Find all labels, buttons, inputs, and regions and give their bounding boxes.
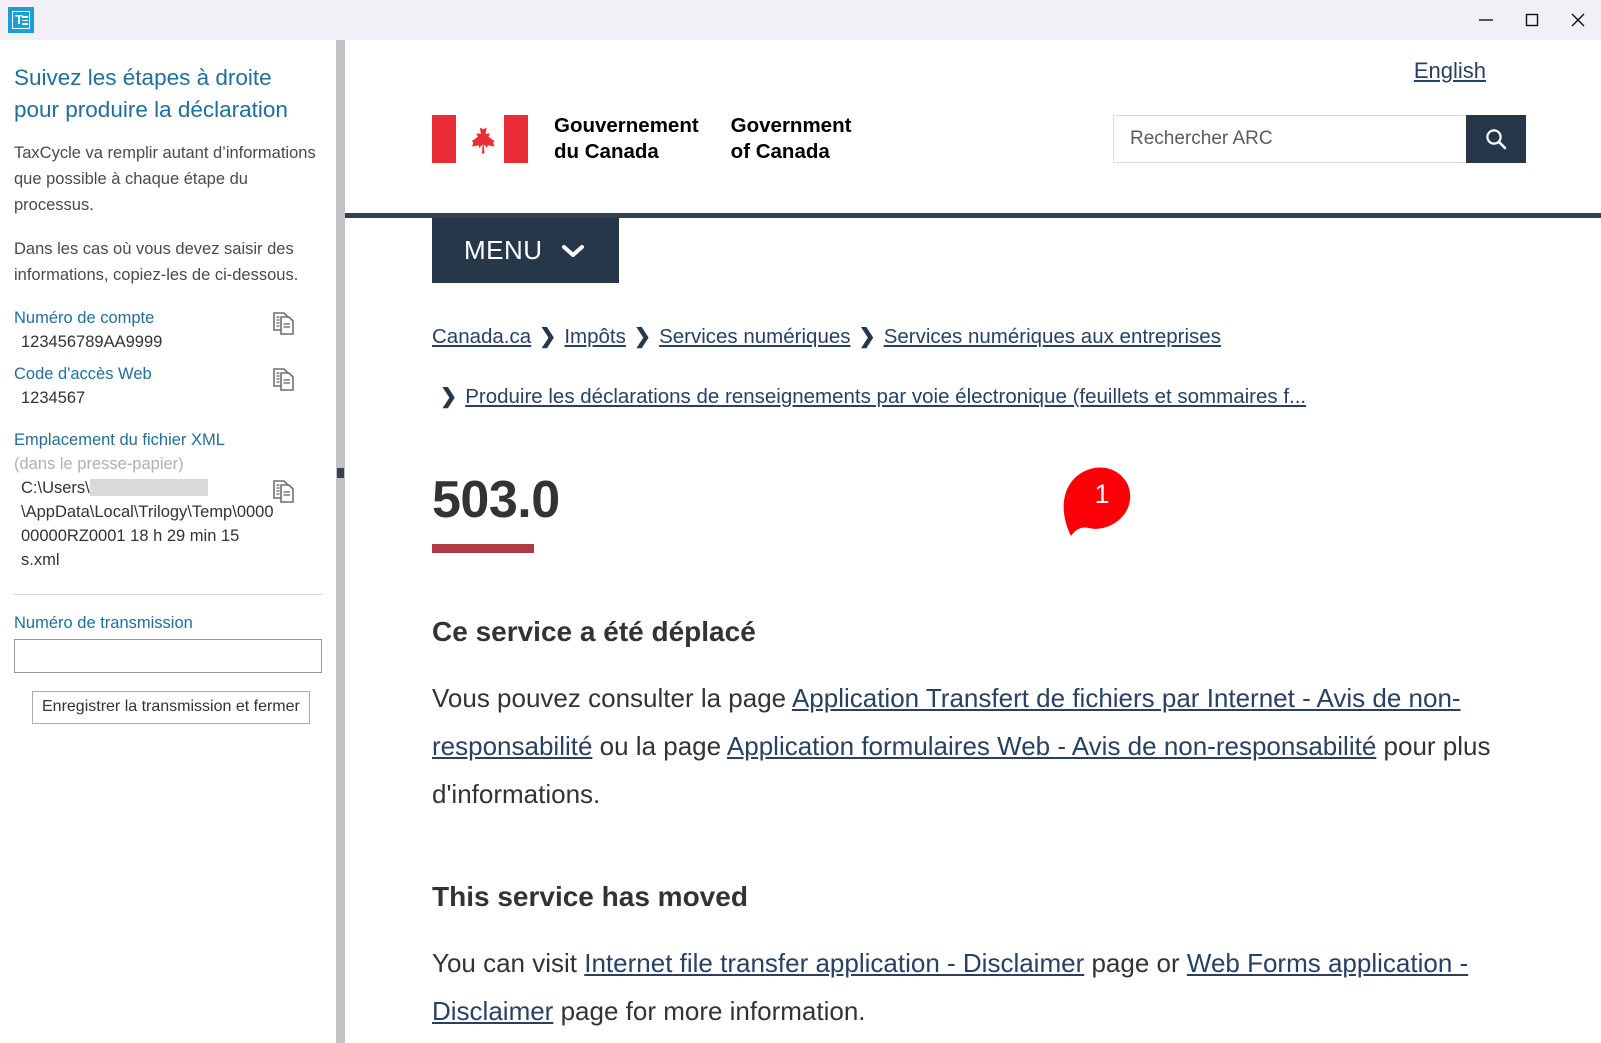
field-web-access-code: Code d'accès Web 1234567: [14, 362, 322, 410]
field-xml-location: Emplacement du fichier XML (dans le pres…: [14, 428, 322, 572]
paragraph-en: You can visit Internet file transfer app…: [432, 939, 1512, 1035]
breadcrumb-item-canada-ca[interactable]: Canada.ca: [432, 325, 531, 348]
link-fr-formulaires-web[interactable]: Application formulaires Web - Avis de no…: [727, 731, 1376, 761]
minimize-icon[interactable]: [1463, 0, 1509, 40]
copy-icon[interactable]: [270, 364, 300, 394]
maximize-icon[interactable]: [1509, 0, 1555, 40]
page-title: 503.0: [432, 471, 560, 529]
brand-en-line1: Government: [730, 114, 852, 137]
browser-content: English Gouvernement du Canada Governmen…: [345, 40, 1601, 1043]
field-sublabel: (dans le presse-papier): [14, 455, 184, 473]
heading-fr: Ce service a été déplacé: [432, 616, 756, 647]
canada-flag-icon: [432, 115, 528, 163]
copy-icon[interactable]: [270, 476, 300, 506]
sidebar-paragraph-1: TaxCycle va remplir autant d’information…: [14, 144, 316, 214]
close-icon[interactable]: [1555, 0, 1601, 40]
gc-brand[interactable]: Gouvernement du Canada Government of Can…: [432, 113, 851, 165]
sidebar-panel: Suivez les étapes à droite pour produire…: [0, 40, 336, 1043]
heading-en: This service has moved: [432, 881, 748, 912]
language-toggle-link[interactable]: English: [1414, 58, 1486, 84]
brand-fr-line1: Gouvernement: [554, 114, 699, 137]
gc-header: English Gouvernement du Canada Governmen…: [345, 40, 1601, 213]
breadcrumb-separator-icon: ❯: [858, 325, 876, 348]
splitter-grip[interactable]: [337, 468, 344, 478]
link-en-internet-file-transfer[interactable]: Internet file transfer application - Dis…: [584, 948, 1084, 978]
search-button[interactable]: [1466, 115, 1526, 163]
transmission-input[interactable]: [14, 639, 322, 673]
menu-button-label: MENU: [464, 235, 543, 265]
sidebar-title: Suivez les étapes à droite pour produire…: [14, 65, 288, 122]
breadcrumb-separator-icon: ❯: [440, 385, 458, 408]
para-en-text-1: You can visit: [432, 948, 585, 978]
breadcrumb-item-impots[interactable]: Impôts: [564, 325, 626, 348]
marker-number: 1: [1094, 478, 1110, 509]
copy-icon[interactable]: [270, 308, 300, 338]
breadcrumb-separator-icon: ❯: [633, 325, 652, 348]
xml-path-rest: \AppData\Local\Trilogy\Temp\000000000RZ0…: [21, 503, 274, 569]
field-label: Emplacement du fichier XML: [14, 431, 225, 449]
field-account-number: Numéro de compte 123456789AA9999: [14, 306, 322, 354]
breadcrumb: Canada.ca ❯ Impôts ❯ Services numériques ❯ Ser…: [345, 283, 1475, 415]
save-button-wrap: Enregistrer la transmission et fermer: [14, 691, 322, 724]
panel-splitter[interactable]: [336, 40, 345, 1043]
page-content: 503.0 1 Ce service a été déplacé Vous po…: [345, 467, 1601, 1035]
breadcrumb-item-services-entreprises[interactable]: Services numériques aux entreprises: [884, 325, 1221, 348]
transmission-label: Numéro de transmission: [14, 614, 193, 632]
breadcrumb-separator-icon: ❯: [539, 325, 557, 348]
para-en-text-3: page for more information.: [553, 996, 866, 1026]
breadcrumb-item-services-numeriques[interactable]: Services numériques: [659, 325, 850, 348]
title-underline-rule: [432, 544, 534, 553]
brand-en-line2: of Canada: [730, 140, 830, 163]
app-window: T Suivez les étapes à droite pour produi…: [0, 0, 1601, 1043]
menu-row: MENU: [345, 218, 1601, 283]
xml-path-prefix: C:\Users\: [21, 479, 90, 497]
breadcrumb-item-produire-declarations[interactable]: Produire les déclarations de renseigneme…: [465, 385, 1306, 408]
brand-fr-line2: du Canada: [554, 140, 659, 163]
breadcrumb-line-1: Canada.ca ❯ Impôts ❯ Services numériques ❯ Ser…: [432, 325, 1221, 348]
save-and-close-button[interactable]: Enregistrer la transmission et fermer: [32, 691, 310, 724]
paragraph-fr: Vous pouvez consulter la page Applicatio…: [432, 674, 1512, 818]
breadcrumb-line-2: ❯ Produire les déclarations de renseignem…: [432, 379, 1475, 415]
para-fr-text-2: ou la page: [592, 731, 727, 761]
menu-button[interactable]: MENU: [432, 218, 619, 283]
sidebar-paragraph-2: Dans les cas où vous devez saisir des in…: [14, 240, 299, 284]
search-input[interactable]: [1113, 115, 1466, 163]
para-en-text-2: page or: [1084, 948, 1187, 978]
redaction-block: [89, 479, 208, 496]
taxcycle-icon: T: [8, 7, 34, 33]
gc-wordmark: Gouvernement du Canada Government of Can…: [554, 113, 851, 165]
window-controls: [1463, 0, 1601, 40]
field-transmission-number: Numéro de transmission: [14, 611, 322, 673]
search-box: [1113, 115, 1526, 163]
title-bar: T: [0, 0, 1601, 40]
sidebar-divider: [14, 594, 322, 595]
annotation-marker-1: 1: [1055, 462, 1135, 540]
para-fr-text-1: Vous pouvez consulter la page: [432, 683, 792, 713]
search-icon: [1486, 129, 1507, 150]
chevron-down-icon: [561, 244, 584, 257]
